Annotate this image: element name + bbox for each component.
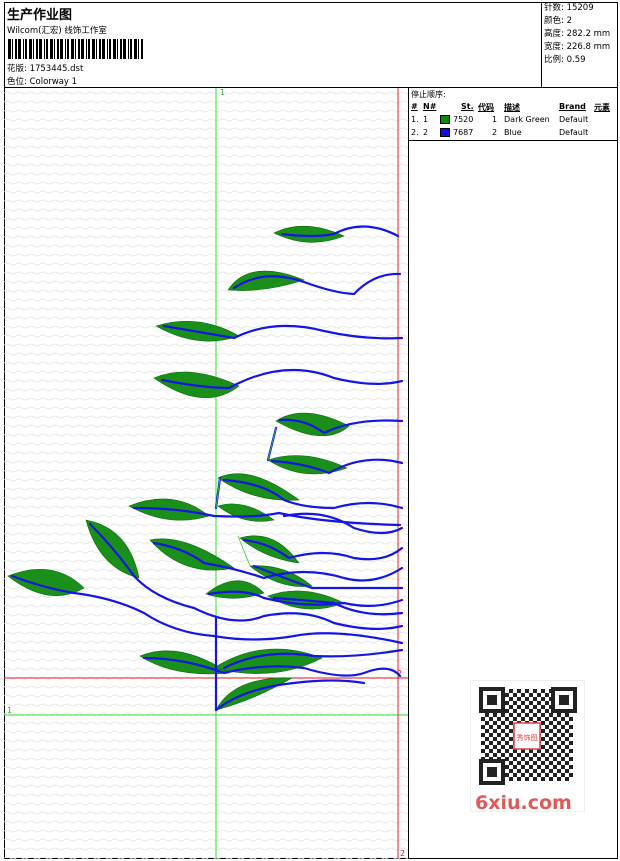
- stop-sequence-label: 停止顺序:: [411, 90, 446, 99]
- col-code: 代码: [478, 103, 494, 112]
- design-value: 1753445.dst: [29, 64, 84, 74]
- stat-stitches: 针数: 15209: [544, 3, 594, 13]
- col-st: St.: [461, 102, 474, 111]
- page-title: 生产作业图: [7, 8, 73, 23]
- color-swatch-green: [440, 115, 450, 124]
- col-brand: Brand: [559, 102, 586, 111]
- header: 生产作业图 Wilcom(汇宏) 线饰工作室 花版: 1753445.dst 色…: [4, 2, 618, 88]
- green-guide-label-top: 1: [220, 88, 225, 97]
- stat-height: 高度: 282.2 mm: [544, 29, 611, 39]
- design-label: 花版:: [7, 64, 27, 74]
- design-line: 花版: 1753445.dst: [7, 62, 83, 74]
- colorway-label: 色位:: [7, 77, 27, 87]
- col-desc: 描述: [504, 103, 520, 112]
- design-canvas: 1 1 2 2: [4, 88, 408, 859]
- col-element: 元素: [594, 103, 610, 112]
- company-name: Wilcom(汇宏) 线饰工作室: [7, 26, 107, 36]
- colorway-line: 色位: Colorway 1: [7, 75, 77, 87]
- stats-panel: 针数: 15209 颜色: 2 高度: 282.2 mm 宽度: 226.8 m…: [541, 2, 618, 88]
- col-n: N#: [423, 102, 437, 111]
- stat-scale: 比例: 0.59: [544, 55, 586, 65]
- qr-logo-text: 秀饰图: [517, 733, 538, 742]
- green-guide-label-left: 1: [7, 706, 12, 715]
- color-swatch-blue: [440, 128, 450, 137]
- barcode: [8, 39, 143, 59]
- stop-sequence-panel: 停止顺序: # N# St. 代码 描述 Brand 元素 1. 1 7520 …: [408, 88, 618, 141]
- col-hash: #: [411, 102, 418, 111]
- watermark-text: 6xiu.com: [475, 792, 572, 814]
- red-guide-label-bottom: 2: [400, 849, 405, 858]
- stat-width: 宽度: 226.8 mm: [544, 42, 611, 52]
- stat-colors: 颜色: 2: [544, 16, 572, 26]
- colorway-value: Colorway 1: [29, 77, 78, 87]
